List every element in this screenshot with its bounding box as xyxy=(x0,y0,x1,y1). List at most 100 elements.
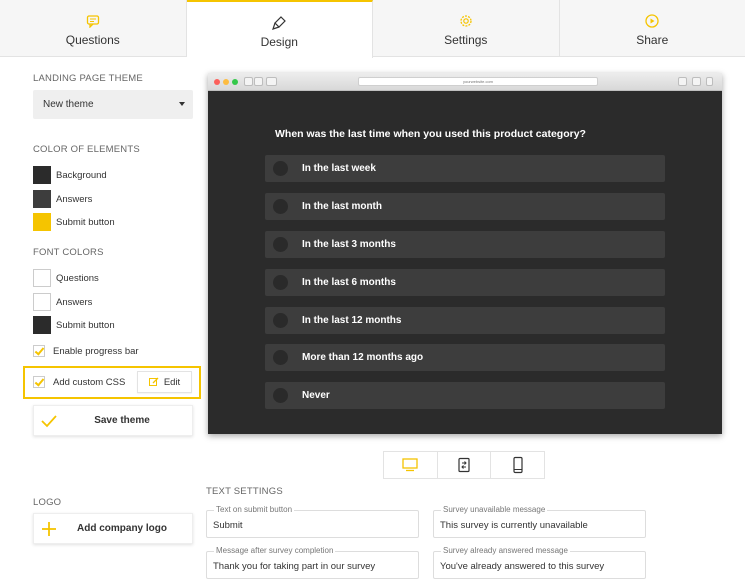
answer-label: In the last month xyxy=(302,201,382,212)
maximize-dot-icon xyxy=(232,79,238,85)
tab-label: Settings xyxy=(444,33,488,47)
answer-label: In the last week xyxy=(302,163,376,174)
browser-chrome: yourwebsite.com xyxy=(208,73,722,91)
answer-option[interactable]: In the last week xyxy=(265,155,665,182)
preview-page: When was the last time when you used thi… xyxy=(208,92,722,434)
minimize-dot-icon xyxy=(223,79,229,85)
mobile-view-button[interactable] xyxy=(491,452,544,478)
answer-option[interactable]: Never xyxy=(265,382,665,409)
add-logo-button[interactable]: Add company logo xyxy=(33,513,193,544)
mobile-icon xyxy=(513,456,523,474)
color-swatch[interactable] xyxy=(33,166,51,184)
edit-label: Edit xyxy=(163,376,181,388)
sidebar-icon xyxy=(266,77,277,86)
completion-message-input[interactable] xyxy=(213,561,403,572)
tab-label: Questions xyxy=(65,33,120,47)
progress-bar-checkbox[interactable] xyxy=(33,345,45,357)
add-tab-icon xyxy=(706,77,713,86)
device-switcher xyxy=(383,451,545,479)
answer-option[interactable]: In the last 3 months xyxy=(265,231,665,258)
color-submit-row[interactable]: Submit button xyxy=(33,213,115,231)
font-color-questions-row[interactable]: Questions xyxy=(33,269,99,287)
color-background-row[interactable]: Background xyxy=(33,166,107,184)
survey-preview: yourwebsite.com When was the last time w… xyxy=(208,73,722,434)
progress-bar-label: Enable progress bar xyxy=(53,345,139,357)
question-title: When was the last time when you used thi… xyxy=(275,128,586,140)
color-swatch[interactable] xyxy=(33,293,51,311)
color-elements-heading: COLOR OF ELEMENTS xyxy=(33,144,140,155)
answer-label: In the last 12 months xyxy=(302,315,402,326)
desktop-icon xyxy=(402,458,418,472)
swatch-label: Answers xyxy=(56,296,93,308)
swatch-label: Questions xyxy=(56,272,99,284)
radio-icon xyxy=(273,388,288,403)
back-icon xyxy=(244,77,253,86)
desktop-view-button[interactable] xyxy=(384,452,438,478)
tab-questions[interactable]: Questions xyxy=(0,0,187,56)
radio-icon xyxy=(273,199,288,214)
color-swatch[interactable] xyxy=(33,316,51,334)
font-colors-heading: FONT COLORS xyxy=(33,247,104,258)
tab-settings[interactable]: Settings xyxy=(373,0,560,56)
text-settings-heading: TEXT SETTINGS xyxy=(206,486,283,497)
pencil-icon xyxy=(148,377,159,386)
field-label: Survey unavailable message xyxy=(441,505,548,514)
url-bar: yourwebsite.com xyxy=(358,77,598,86)
chat-icon xyxy=(86,15,99,28)
font-color-submit-row[interactable]: Submit button xyxy=(33,316,115,334)
tablet-view-button[interactable] xyxy=(438,452,492,478)
unavailable-message-input[interactable] xyxy=(440,520,630,531)
field-label: Message after survey completion xyxy=(214,546,336,555)
submit-text-input[interactable] xyxy=(213,520,403,531)
answer-label: In the last 3 months xyxy=(302,239,396,250)
swatch-label: Submit button xyxy=(56,216,115,228)
custom-css-label: Add custom CSS xyxy=(53,376,126,388)
landing-theme-heading: LANDING PAGE THEME xyxy=(33,73,143,84)
save-theme-button[interactable]: Save theme xyxy=(33,405,193,436)
custom-css-checkbox[interactable] xyxy=(33,376,45,388)
answer-option[interactable]: In the last 6 months xyxy=(265,269,665,296)
field-label: Text on submit button xyxy=(214,505,295,514)
color-swatch[interactable] xyxy=(33,269,51,287)
logo-heading: LOGO xyxy=(33,497,62,508)
play-circle-icon xyxy=(645,14,659,28)
close-dot-icon xyxy=(214,79,220,85)
answer-option[interactable]: In the last month xyxy=(265,193,665,220)
radio-icon xyxy=(273,161,288,176)
caret-down-icon xyxy=(179,102,185,106)
custom-css-toggle[interactable]: Add custom CSS xyxy=(33,376,125,388)
unavailable-message-field[interactable]: Survey unavailable message xyxy=(433,505,646,538)
tab-share[interactable]: Share xyxy=(560,0,745,56)
color-swatch[interactable] xyxy=(33,190,51,208)
tab-bar: Questions Design Settings Share xyxy=(0,0,745,58)
answer-label: In the last 6 months xyxy=(302,277,396,288)
font-color-answers-row[interactable]: Answers xyxy=(33,293,92,311)
submit-text-field[interactable]: Text on submit button xyxy=(206,505,419,538)
progress-bar-toggle[interactable]: Enable progress bar xyxy=(33,345,139,357)
tab-label: Share xyxy=(636,33,669,47)
theme-select[interactable]: New theme xyxy=(33,90,193,119)
radio-icon xyxy=(273,350,288,365)
answered-message-field[interactable]: Survey already answered message xyxy=(433,546,646,579)
edit-css-button[interactable]: Edit xyxy=(137,371,192,393)
gear-icon xyxy=(460,15,472,27)
plus-icon xyxy=(42,521,56,536)
swatch-label: Background xyxy=(56,169,107,181)
radio-icon xyxy=(273,275,288,290)
color-answers-row[interactable]: Answers xyxy=(33,190,92,208)
field-label: Survey already answered message xyxy=(441,546,570,555)
tab-design[interactable]: Design xyxy=(186,0,373,58)
completion-message-field[interactable]: Message after survey completion xyxy=(206,546,419,579)
radio-icon xyxy=(273,237,288,252)
theme-select-value: New theme xyxy=(43,99,94,110)
tabs-icon xyxy=(692,77,701,86)
answer-option[interactable]: In the last 12 months xyxy=(265,307,665,334)
answered-message-input[interactable] xyxy=(440,561,630,572)
swatch-label: Submit button xyxy=(56,319,115,331)
answer-label: Never xyxy=(302,390,330,401)
answer-label: More than 12 months ago xyxy=(302,352,424,363)
share-icon xyxy=(678,77,687,86)
color-swatch[interactable] xyxy=(33,213,51,231)
radio-icon xyxy=(273,313,288,328)
answer-option[interactable]: More than 12 months ago xyxy=(265,344,665,371)
